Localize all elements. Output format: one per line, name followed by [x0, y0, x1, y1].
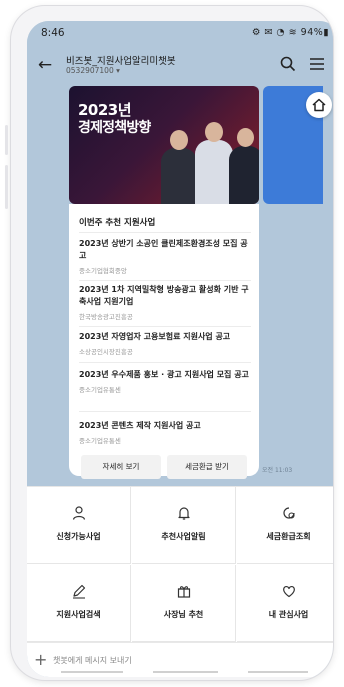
divider	[79, 411, 251, 412]
plus-icon[interactable]: +	[34, 650, 47, 669]
banner-person-1	[161, 148, 197, 204]
side-button	[5, 165, 8, 209]
message-timestamp: 오전 11:03	[262, 467, 293, 474]
chat-subtitle[interactable]: 0532907100 ▾	[66, 66, 120, 75]
menu-label: 지원사업검색	[56, 610, 101, 619]
list-item[interactable]: 2023년 상반기 소공인 클린제조환경조성 모집 공고 중소기업협회중앙	[79, 238, 253, 275]
item-title: 2023년 상반기 소공인 클린제조환경조성 모집 공고	[79, 239, 248, 260]
search-icon[interactable]	[279, 55, 297, 73]
quick-menu-grid: 신청가능사업 추천사업알림 세금환급조회 지원사업검색 사장님 추천 내 관심사…	[27, 486, 333, 643]
policy-banner-image[interactable]: 2023년 경제정책방향	[69, 86, 259, 204]
banner-title: 경제정책방향	[78, 120, 151, 136]
item-title: 2023년 우수제품 홍보 · 광고 지원사업 모집 공고	[79, 370, 249, 379]
menu-recommend-alert[interactable]: 추천사업알림	[132, 487, 236, 564]
refund-icon	[283, 507, 295, 519]
menu-program-search[interactable]: 지원사업검색	[27, 565, 131, 642]
menu-label: 내 관심사업	[268, 610, 309, 619]
message-input[interactable]: 챗봇에게 메시지 보내기	[53, 655, 132, 666]
menu-label: 신청가능사업	[56, 532, 101, 541]
gift-icon	[177, 586, 191, 598]
menu-tax-refund-lookup[interactable]: 세금환급조회	[237, 487, 333, 564]
back-arrow-icon[interactable]: ←	[35, 55, 55, 75]
menu-label: 세금환급조회	[266, 532, 311, 541]
tax-refund-button[interactable]: 세금환급 받기	[167, 455, 247, 479]
side-button	[5, 125, 8, 155]
item-title: 2023년 콘텐츠 제작 지원사업 공고	[79, 421, 201, 430]
item-title: 2023년 자영업자 고용보험료 지원사업 공고	[79, 332, 231, 341]
divider	[79, 362, 251, 363]
item-org: 한국방송광고진흥공	[79, 313, 133, 321]
bell-icon	[178, 507, 190, 520]
banner-person-3-head	[237, 128, 254, 147]
home-button[interactable]	[306, 92, 332, 118]
list-item[interactable]: 2023년 우수제품 홍보 · 광고 지원사업 모집 공고 중소기업유통센	[79, 369, 253, 394]
item-org: 중소기업유통센	[79, 437, 121, 445]
app-bar: ← 비즈봇_지원사업알리미챗봇 0532907100 ▾	[27, 47, 333, 83]
menu-label: 추천사업알림	[161, 532, 206, 541]
divider	[79, 280, 251, 281]
chat-screen: 8:46 ⚙ ✉ ◔ ≋ 94%▮ ← 비즈봇_지원사업알리미챗봇 053290…	[27, 21, 333, 677]
home-icon	[312, 98, 326, 112]
person-icon	[72, 506, 86, 520]
divider	[79, 232, 251, 233]
item-org: 중소기업유통센	[79, 386, 121, 394]
banner-person-2-head	[205, 122, 223, 142]
list-item[interactable]: 2023년 1차 지역밀착형 방송광고 활성화 기반 구축사업 지원기업 한국방…	[79, 284, 253, 321]
navigation-bar	[61, 671, 308, 673]
menu-owner-recommend[interactable]: 사장님 추천	[132, 565, 236, 642]
item-org: 소상공인시장진흥공	[79, 348, 133, 356]
recommendation-card: 이번주 추천 지원사업 2023년 상반기 소공인 클린제조환경조성 모집 공고…	[69, 204, 259, 479]
hamburger-menu-icon[interactable]	[308, 56, 326, 72]
banner-person-2	[195, 140, 233, 204]
divider	[79, 326, 251, 327]
pencil-icon	[73, 584, 86, 599]
item-org: 중소기업협회중앙	[79, 267, 127, 275]
banner-person-1-head	[170, 130, 188, 150]
phone-frame: 8:46 ⚙ ✉ ◔ ≋ 94%▮ ← 비즈봇_지원사업알리미챗봇 053290…	[11, 6, 333, 680]
list-item[interactable]: 2023년 자영업자 고용보험료 지원사업 공고 소상공인시장진흥공	[79, 331, 253, 356]
status-time: 8:46	[41, 27, 65, 39]
list-item[interactable]: 2023년 콘텐츠 제작 지원사업 공고 중소기업유통센	[79, 420, 253, 445]
more-details-button[interactable]: 자세히 보기	[81, 455, 161, 479]
status-bar: 8:46 ⚙ ✉ ◔ ≋ 94%▮	[27, 21, 333, 47]
chat-title: 비즈봇_지원사업알리미챗봇	[66, 56, 176, 67]
menu-apply-available[interactable]: 신청가능사업	[27, 487, 131, 564]
banner-person-3	[229, 146, 259, 204]
menu-label: 사장님 추천	[163, 610, 204, 619]
status-icons: ⚙ ✉ ◔ ≋ 94%▮	[251, 27, 329, 38]
item-title: 2023년 1차 지역밀착형 방송광고 활성화 기반 구축사업 지원기업	[79, 285, 249, 306]
card-heading: 이번주 추천 지원사업	[79, 218, 156, 228]
heart-icon	[283, 585, 295, 598]
menu-my-interests[interactable]: 내 관심사업	[237, 565, 333, 642]
